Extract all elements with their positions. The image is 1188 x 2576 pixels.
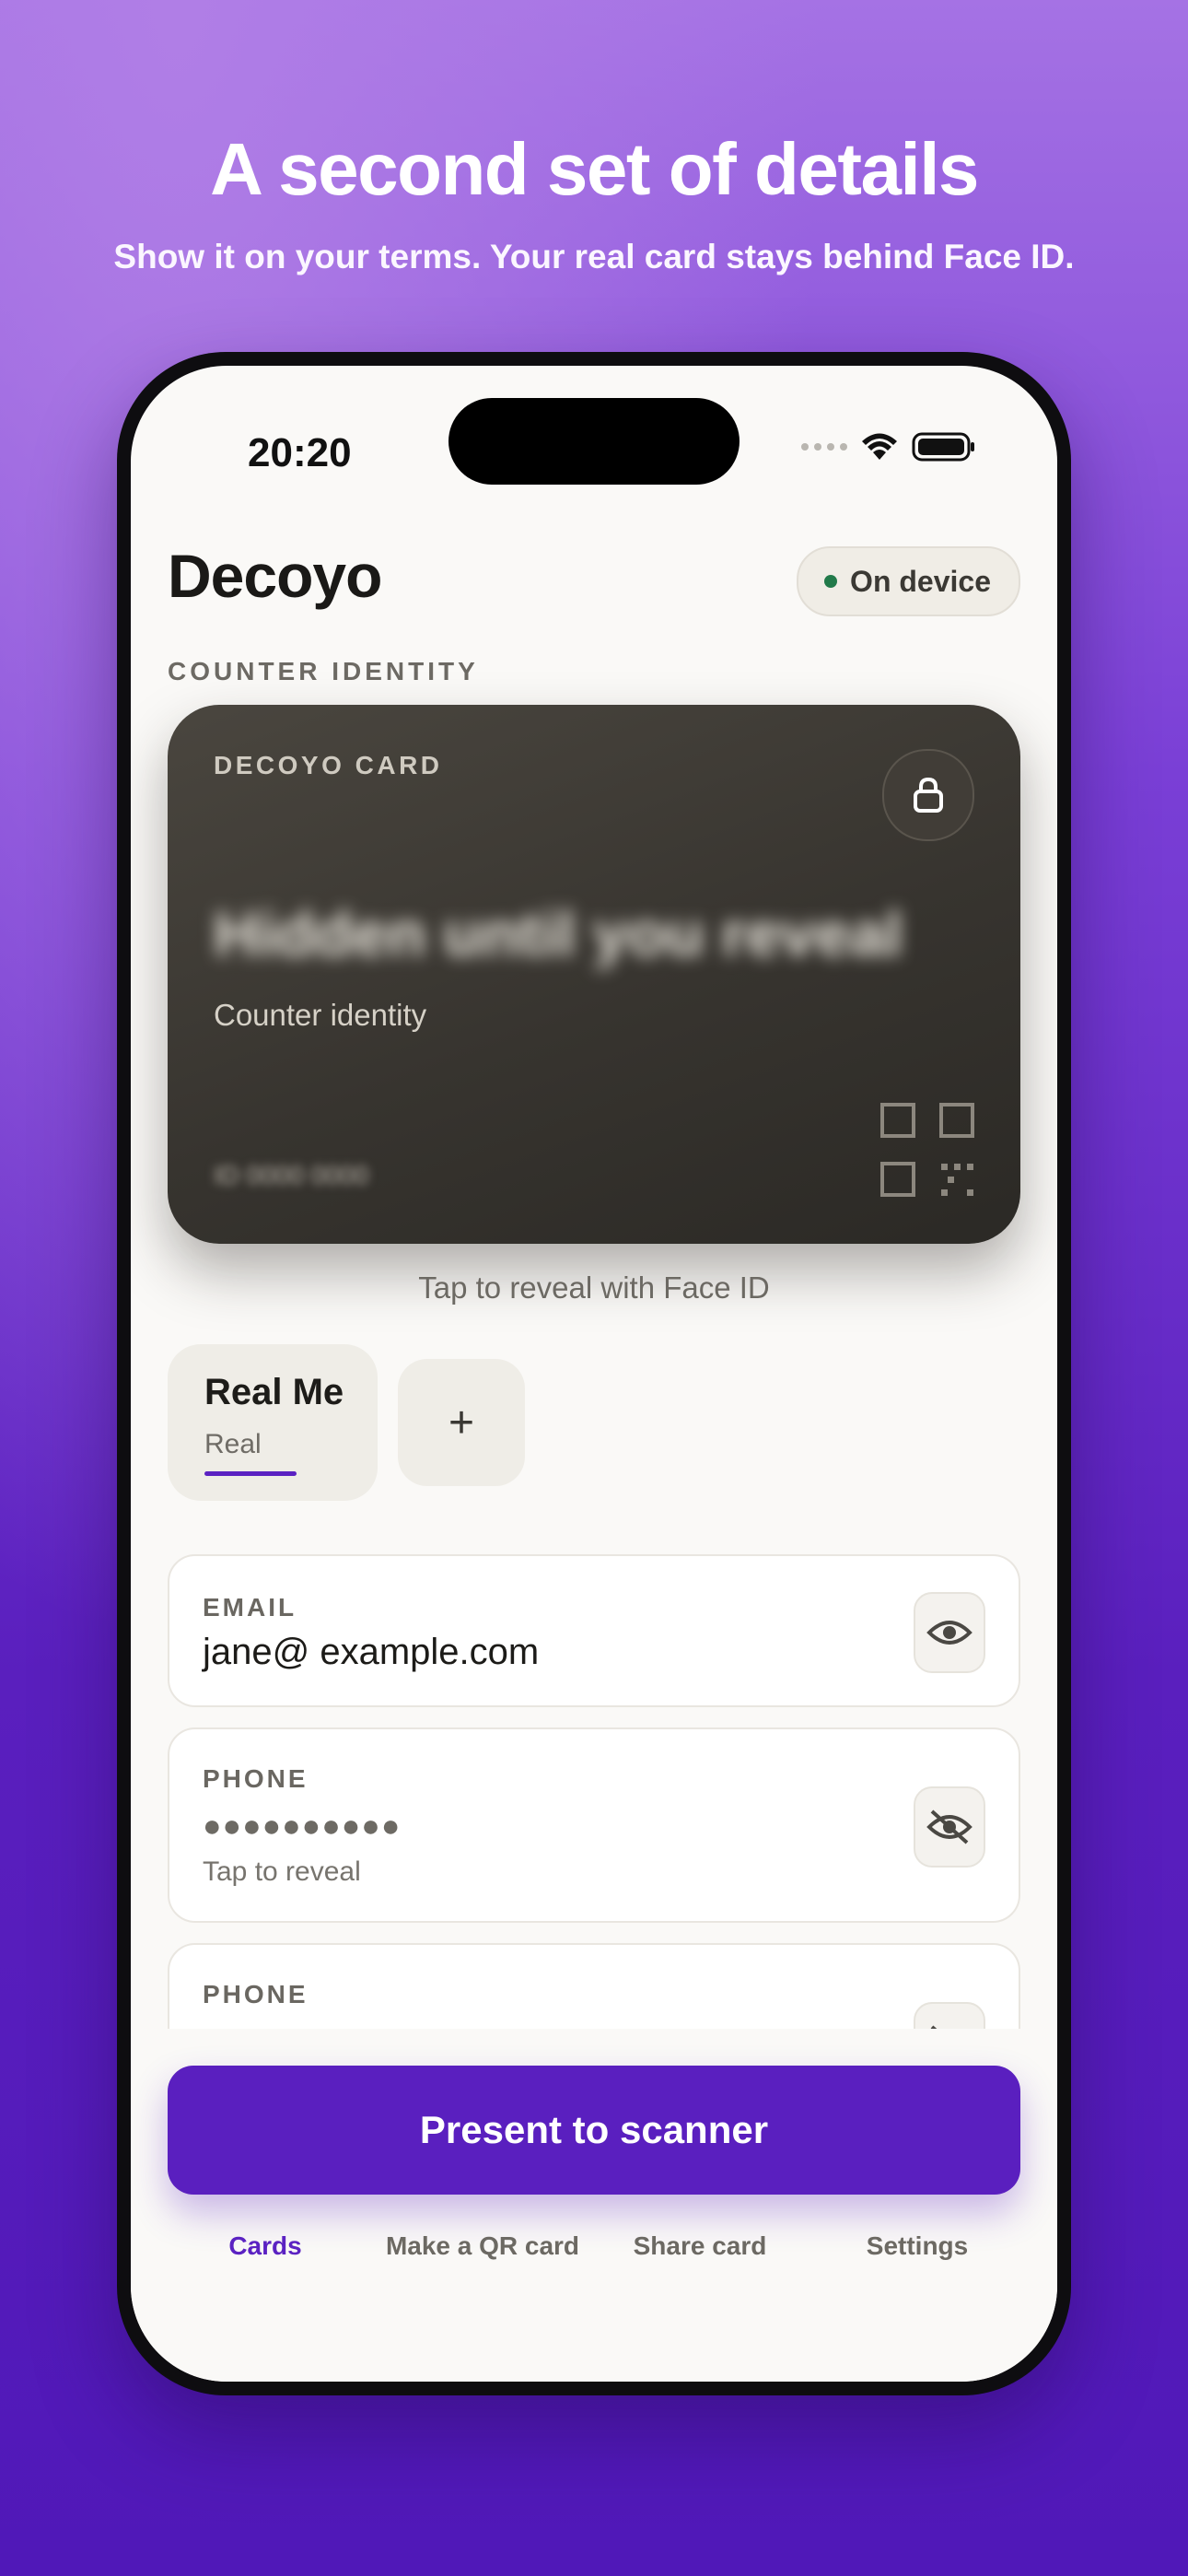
phone-screen: 20:20 Decoyo On device COUNTER IDENTITY <box>131 366 1057 2382</box>
tab-share-card[interactable]: Share card <box>589 2231 810 2261</box>
field-label: EMAIL <box>203 1593 297 1622</box>
phone-field[interactable]: PHONE ●●●●●●●●●● Tap to reveal <box>168 1727 1020 1923</box>
tab-settings[interactable]: Settings <box>807 2231 1028 2261</box>
email-field[interactable]: EMAIL jane@ example.com <box>168 1554 1020 1707</box>
eye-off-icon <box>926 1809 973 1844</box>
status-dot-icon <box>824 575 838 588</box>
identity-tab-subtitle: Real <box>204 1429 262 1459</box>
marketing-subheadline: Show it on your terms. Your real card st… <box>113 238 1075 275</box>
card-hidden-name: Hidden until you reveal <box>214 899 903 969</box>
wifi-icon <box>862 433 897 460</box>
field-value: jane@ example.com <box>203 1632 540 1672</box>
qr-code-icon <box>880 1103 974 1197</box>
reveal-phone-button[interactable] <box>914 1786 985 1868</box>
present-to-scanner-button[interactable]: Present to scanner <box>168 2066 1020 2195</box>
lock-button[interactable] <box>882 749 974 841</box>
lock-icon <box>914 777 943 813</box>
tab-bar: Cards Make a QR card Share card Settings <box>131 2231 1057 2277</box>
field-masked-value: ●●●●●●●●●● <box>203 1809 402 1844</box>
reveal-hint: Tap to reveal with Face ID <box>418 1270 770 1305</box>
identity-card[interactable]: DECOYO CARD Hidden until you reveal Coun… <box>168 705 1020 1244</box>
identity-tab-title: Real Me <box>204 1372 344 1412</box>
status-time: 20:20 <box>248 430 352 475</box>
marketing-headline: A second set of details <box>210 128 979 210</box>
field-label: PHONE <box>203 1764 309 1793</box>
eye-icon <box>926 1621 973 1645</box>
battery-icon <box>912 432 974 462</box>
add-identity-button[interactable]: + <box>398 1359 525 1486</box>
tab-cards[interactable]: Cards <box>155 2231 376 2261</box>
signal-dots-icon <box>801 443 847 451</box>
show-email-button[interactable] <box>914 1592 985 1673</box>
card-hidden-id: ID 0000 0000 <box>214 1161 369 1189</box>
status-icons <box>801 427 976 467</box>
field-hint: Tap to reveal <box>203 1856 361 1887</box>
dynamic-island <box>448 398 740 485</box>
on-device-label: On device <box>850 564 991 598</box>
card-brand: DECOYO CARD <box>214 751 443 779</box>
tab-make-qr-card[interactable]: Make a QR card <box>372 2231 593 2261</box>
on-device-badge: On device <box>797 546 1020 616</box>
identity-tab-real[interactable]: Real Me Real <box>168 1344 378 1501</box>
field-label: PHONE <box>203 1980 309 2008</box>
phone-frame: 20:20 Decoyo On device COUNTER IDENTITY <box>117 352 1071 2395</box>
app-title: Decoyo <box>168 542 382 610</box>
section-label: COUNTER IDENTITY <box>168 657 479 685</box>
card-subtitle: Counter identity <box>214 998 427 1032</box>
active-tab-underline <box>204 1471 297 1476</box>
